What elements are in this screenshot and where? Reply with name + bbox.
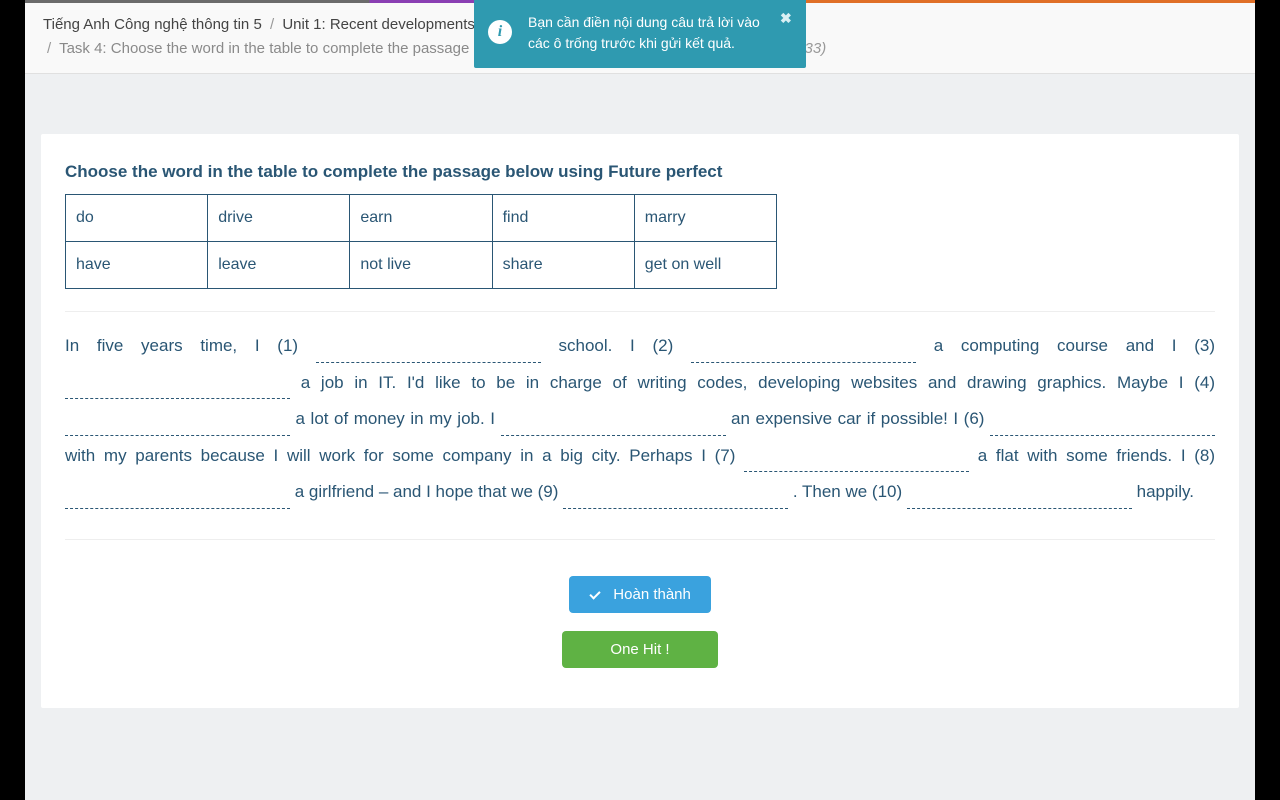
breadcrumb-sep: / — [270, 16, 274, 33]
word-cell: do — [66, 195, 208, 242]
passage-text: happily. — [1137, 482, 1194, 501]
word-cell: not live — [350, 242, 492, 289]
passage: In five years time, I (1) school. I (2) … — [65, 311, 1215, 540]
content-panel: Choose the word in the table to complete… — [41, 134, 1239, 708]
complete-button-label: Hoàn thành — [613, 586, 691, 603]
passage-text: a computing course and I (3) — [934, 336, 1215, 355]
word-cell: share — [492, 242, 634, 289]
blank-8[interactable] — [65, 490, 290, 509]
passage-text: an expensive car if possible! I (6) — [731, 409, 990, 428]
blank-3[interactable] — [65, 381, 290, 400]
passage-text: In five years time, I (1) — [65, 336, 316, 355]
one-hit-button-label: One Hit ! — [610, 641, 669, 658]
actions: Hoàn thành One Hit ! — [65, 540, 1215, 668]
complete-button[interactable]: Hoàn thành — [569, 576, 711, 613]
instruction-text: Choose the word in the table to complete… — [65, 162, 1215, 182]
passage-text: with my parents because I will work for … — [65, 446, 744, 465]
passage-text: a lot of money in my job. I — [296, 409, 501, 428]
word-cell: drive — [208, 195, 350, 242]
passage-text: a flat with some friends. I (8) — [978, 446, 1215, 465]
blank-2[interactable] — [691, 344, 916, 363]
close-icon[interactable]: ✖ — [780, 8, 796, 24]
blank-7[interactable] — [744, 454, 969, 473]
one-hit-button[interactable]: One Hit ! — [562, 631, 717, 668]
word-cell: leave — [208, 242, 350, 289]
passage-text: school. I (2) — [558, 336, 690, 355]
passage-text: . Then we (10) — [793, 482, 907, 501]
word-cell: have — [66, 242, 208, 289]
blank-1[interactable] — [316, 344, 541, 363]
passage-text: a job in IT. I'd like to be in charge of… — [301, 373, 1215, 392]
blank-5[interactable] — [501, 417, 726, 436]
toast-alert: i Bạn cần điền nội dung câu trả lời vào … — [474, 0, 806, 68]
breadcrumb-sep: / — [47, 40, 51, 57]
word-cell: marry — [634, 195, 776, 242]
breadcrumb-course[interactable]: Tiếng Anh Công nghệ thông tin 5 — [43, 16, 262, 33]
passage-text: a girlfriend – and I hope that we (9) — [295, 482, 563, 501]
word-table: do drive earn find marry have leave not … — [65, 194, 777, 289]
info-icon: i — [488, 20, 512, 44]
check-icon — [589, 589, 603, 599]
blank-9[interactable] — [563, 490, 788, 509]
word-cell: earn — [350, 195, 492, 242]
blank-4[interactable] — [65, 417, 290, 436]
toast-text: Bạn cần điền nội dung câu trả lời vào cá… — [528, 14, 760, 51]
blank-10[interactable] — [907, 490, 1132, 509]
blank-6[interactable] — [990, 417, 1215, 436]
word-cell: get on well — [634, 242, 776, 289]
word-cell: find — [492, 195, 634, 242]
